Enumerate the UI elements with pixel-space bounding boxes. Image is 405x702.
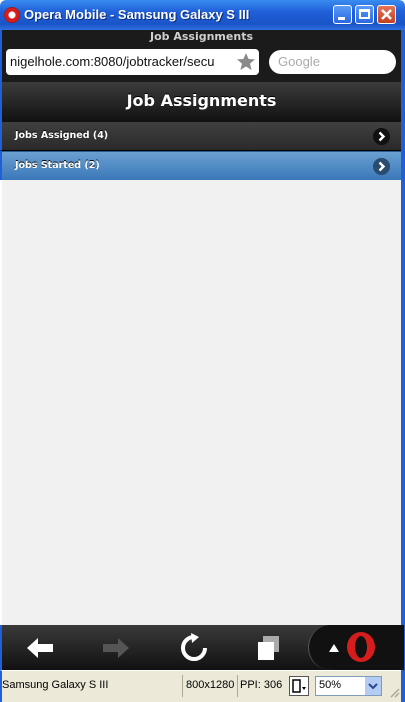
opera-menu-button[interactable]	[308, 625, 404, 670]
window-title: Opera Mobile - Samsung Galaxy S III	[24, 7, 250, 22]
forward-icon[interactable]	[100, 632, 132, 664]
zoom-select[interactable]: 50%	[315, 676, 382, 696]
opera-logo-icon	[347, 632, 375, 662]
minimize-button[interactable]	[333, 5, 352, 24]
status-separator	[182, 675, 183, 697]
ppi-label: PPI: 306	[240, 679, 283, 691]
resolution-label: 800x1280	[186, 679, 235, 691]
close-button[interactable]	[377, 5, 396, 24]
status-separator	[237, 675, 238, 697]
page-content-area	[2, 180, 401, 625]
address-text[interactable]: nigelhole.com:8080/jobtracker/secu	[10, 54, 234, 69]
rotate-icon	[292, 679, 306, 693]
resize-grip-icon[interactable]	[388, 686, 400, 698]
search-input[interactable]: Google	[269, 50, 396, 74]
list-item-label: Jobs Assigned (4)	[15, 130, 109, 141]
tabs-icon[interactable]	[253, 632, 285, 664]
window-border	[401, 30, 405, 702]
caret-up-icon	[329, 644, 339, 652]
back-icon[interactable]	[24, 632, 56, 664]
list-item-label: Jobs Started (2)	[15, 160, 100, 171]
device-name: Samsung Galaxy S III	[2, 679, 109, 691]
search-placeholder: Google	[278, 54, 320, 69]
page-tab-title: Job Assignments	[150, 30, 253, 43]
list-item-jobs-started[interactable]: Jobs Started (2)	[0, 151, 401, 180]
chevron-right-icon	[373, 158, 390, 175]
status-bar: Samsung Galaxy S III 800x1280 PPI: 306 5…	[0, 670, 401, 702]
page-title: Job Assignments	[126, 91, 277, 110]
minimize-icon	[338, 17, 345, 20]
maximize-button[interactable]	[355, 5, 374, 24]
close-icon	[381, 9, 392, 20]
window-titlebar[interactable]: Opera Mobile - Samsung Galaxy S III	[0, 0, 405, 30]
browser-toolbar	[0, 625, 404, 670]
zoom-value: 50%	[319, 679, 342, 691]
rotate-device-button[interactable]	[289, 676, 309, 696]
chevron-down-icon[interactable]	[365, 677, 381, 695]
reload-icon[interactable]	[178, 632, 210, 664]
chevron-right-icon	[373, 128, 390, 145]
bookmark-star-icon[interactable]	[236, 52, 256, 72]
browser-chrome: Job Assignments nigelhole.com:8080/jobtr…	[0, 30, 401, 82]
opera-app-icon	[4, 7, 20, 23]
maximize-icon	[359, 9, 370, 19]
list-item-jobs-assigned[interactable]: Jobs Assigned (4)	[0, 122, 401, 151]
address-bar[interactable]: nigelhole.com:8080/jobtracker/secu	[6, 49, 259, 75]
page-header: Job Assignments	[0, 82, 401, 122]
